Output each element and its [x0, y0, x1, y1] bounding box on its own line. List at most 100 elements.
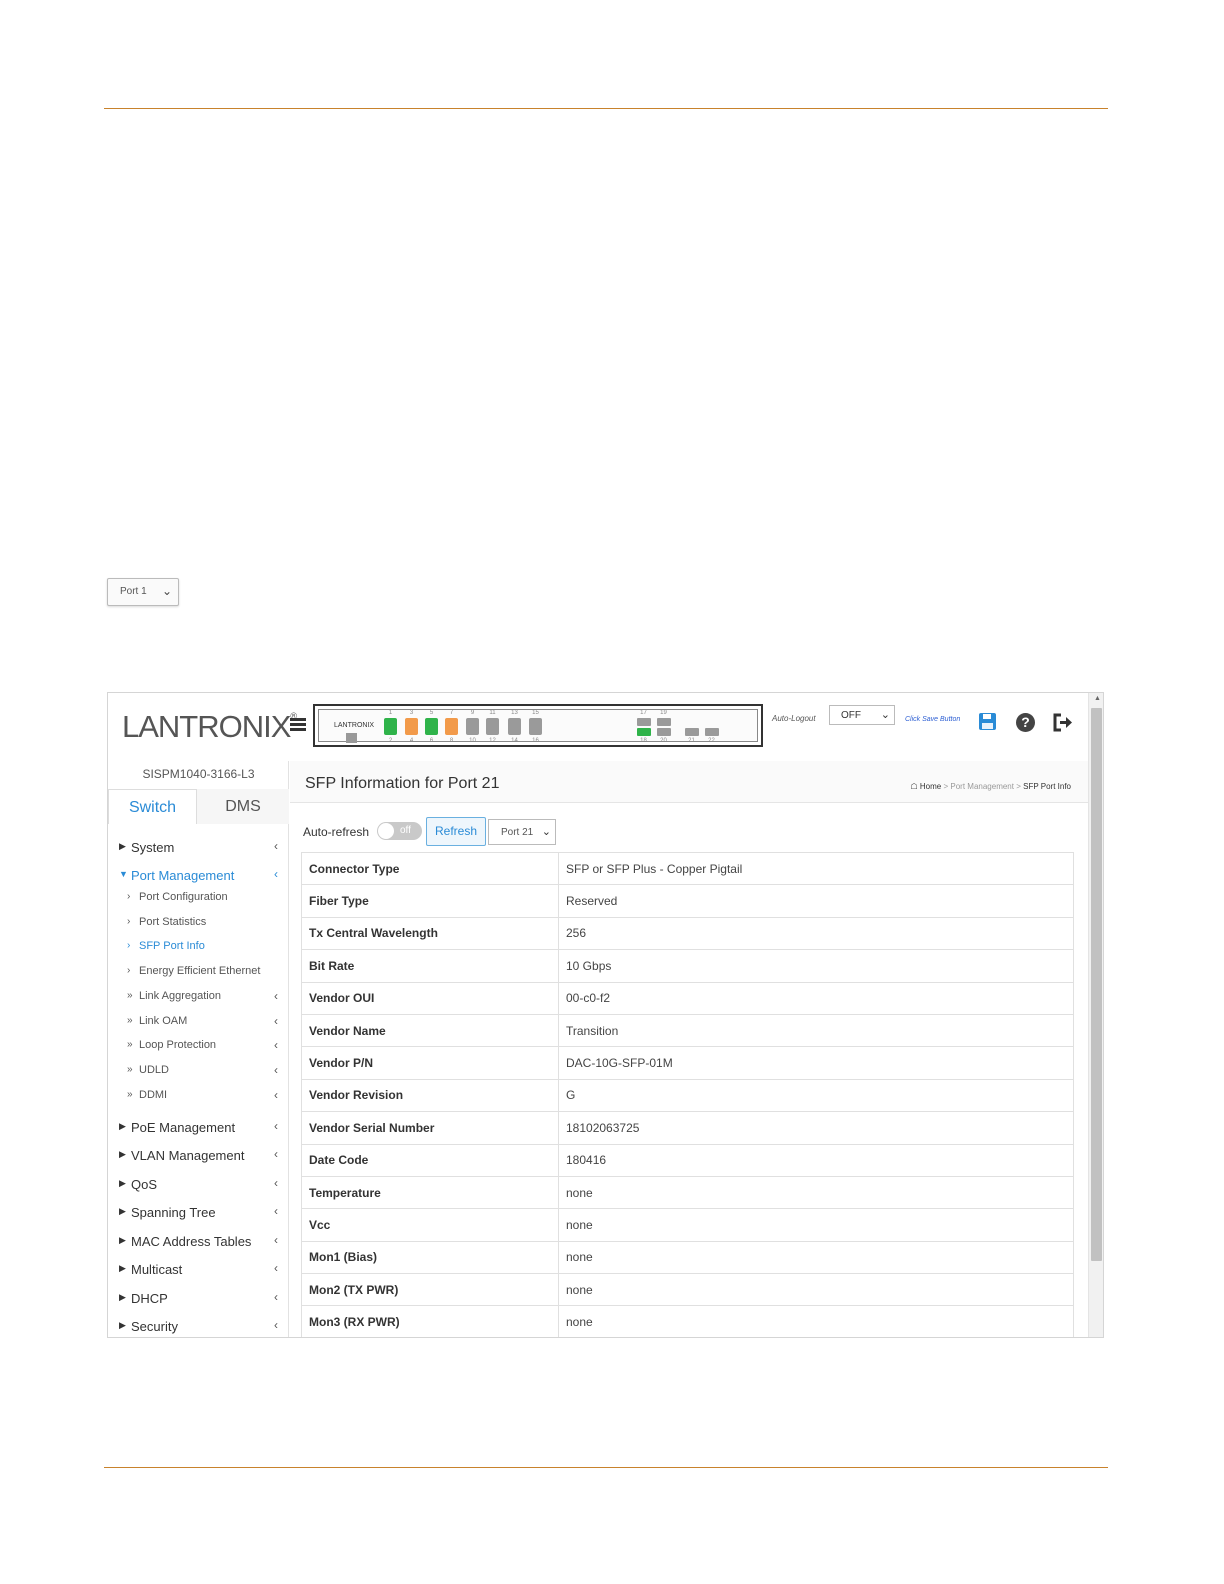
- double-chevron-right-icon: »: [127, 1015, 133, 1026]
- table-row: Tx Central Wavelength 256: [301, 916, 1074, 951]
- page-top-rule: [104, 108, 1108, 109]
- vertical-scrollbar[interactable]: ▲: [1088, 693, 1103, 1337]
- sidebar-item-label: QoS: [131, 1177, 158, 1192]
- row-key: Bit Rate: [301, 949, 559, 983]
- app-screenshot: LANTRONIX® LANTRONIX 1 2 3 4 5 6 7 8 9 10 11 12 13 14…: [107, 692, 1104, 1338]
- port-number-bottom: 8: [449, 738, 454, 744]
- sidebar-item-port-management[interactable]: ▼ Port Management ‹: [108, 865, 289, 887]
- ethernet-port: [466, 718, 479, 735]
- breadcrumb: ☖ Home > Port Management > SFP Port Info: [911, 782, 1072, 791]
- sidebar-item-spanning-tree[interactable]: ▶ Spanning Tree ‹: [108, 1202, 289, 1224]
- sidebar-subitem-link-oam[interactable]: » Link OAM ‹: [108, 1012, 289, 1032]
- caret-down-icon: ▼: [119, 869, 128, 879]
- port-number-bottom: 12: [489, 738, 496, 744]
- double-chevron-right-icon: »: [127, 1089, 133, 1100]
- sidebar-item-security[interactable]: ▶ Security ‹: [108, 1316, 289, 1337]
- sidebar-subitem-port-configuration[interactable]: › Port Configuration: [108, 888, 289, 908]
- chevron-left-icon: ‹: [274, 1204, 278, 1218]
- table-row: Mon3 (RX PWR) none: [301, 1305, 1074, 1337]
- sidebar-subitem-link-aggregation[interactable]: » Link Aggregation ‹: [108, 987, 289, 1007]
- chevron-left-icon: ‹: [274, 1261, 278, 1275]
- sidebar-subitem-udld[interactable]: » UDLD ‹: [108, 1061, 289, 1081]
- row-value: Reserved: [558, 884, 1074, 918]
- sfp-number-top: 19: [660, 710, 667, 716]
- sidebar-item-label: Port Management: [131, 868, 235, 883]
- sidebar-item-multicast[interactable]: ▶ Multicast ‹: [108, 1259, 289, 1281]
- table-row: Vendor P/N DAC-10G-SFP-01M: [301, 1046, 1074, 1080]
- row-value: 180416: [558, 1143, 1074, 1177]
- breadcrumb-section[interactable]: Port Management: [950, 782, 1014, 791]
- row-key: Temperature: [301, 1175, 559, 1210]
- row-value: SFP or SFP Plus - Copper Pigtail: [558, 851, 1074, 886]
- help-icon[interactable]: ?: [1016, 713, 1035, 732]
- tab-switch[interactable]: Switch: [108, 789, 197, 824]
- chevron-left-icon: ‹: [274, 1290, 278, 1304]
- row-key: Vendor Revision: [301, 1078, 559, 1113]
- row-key: Vendor OUI: [301, 981, 559, 1015]
- caret-right-icon: ▶: [119, 1121, 126, 1131]
- sidebar-item-qos[interactable]: ▶ QoS ‹: [108, 1174, 289, 1196]
- table-row: Bit Rate 10 Gbps: [301, 949, 1074, 983]
- sidebar-item-poe-management[interactable]: ▶ PoE Management ‹: [108, 1117, 289, 1139]
- row-value: 18102063725: [558, 1111, 1074, 1145]
- port-number-top: 3: [409, 710, 414, 716]
- row-key: Mon3 (RX PWR): [301, 1305, 559, 1337]
- sidebar-subitem-port-statistics[interactable]: › Port Statistics: [108, 913, 289, 933]
- ethernet-port: [445, 718, 458, 735]
- chevron-down-icon: ⌄: [541, 826, 551, 838]
- save-icon[interactable]: [979, 713, 996, 730]
- port-number-bottom: 6: [429, 738, 434, 744]
- double-chevron-right-icon: »: [127, 1039, 133, 1050]
- sidebar-item-mac-address-tables[interactable]: ▶ MAC Address Tables ‹: [108, 1231, 289, 1253]
- chevron-left-icon: ‹: [274, 1088, 278, 1102]
- sidebar-subitem-ddmi[interactable]: » DDMI ‹: [108, 1086, 289, 1106]
- scroll-up-icon[interactable]: ▲: [1094, 695, 1101, 702]
- chevron-right-icon: ›: [127, 965, 131, 976]
- breadcrumb-separator: >: [1016, 782, 1021, 791]
- port-number-top: 11: [489, 710, 496, 716]
- logout-icon[interactable]: [1052, 713, 1074, 732]
- sidebar-subitem-loop-protection[interactable]: » Loop Protection ‹: [108, 1036, 289, 1056]
- ethernet-port: [425, 718, 438, 735]
- panel-brand: LANTRONIX: [334, 722, 375, 729]
- front-panel-body: LANTRONIX 1 2 3 4 5 6 7 8 9 10 11 12 13 14 15 16 17 19 18 2…: [318, 709, 758, 744]
- row-key: Mon1 (Bias): [301, 1240, 559, 1275]
- port-number-bottom: 16: [532, 738, 539, 744]
- sidebar-item-label: PoE Management: [131, 1120, 236, 1135]
- console-port: [346, 733, 357, 743]
- row-key: Connector Type: [301, 851, 559, 886]
- sidebar-subitem-sfp-port-info[interactable]: › SFP Port Info: [108, 937, 289, 957]
- auto-logout-select[interactable]: OFF ⌄: [829, 705, 895, 725]
- sfp-port: [637, 718, 651, 726]
- scrollbar-thumb[interactable]: [1091, 708, 1102, 1261]
- menu-toggle-icon[interactable]: [290, 718, 306, 732]
- row-value: none: [558, 1240, 1074, 1275]
- port-select-value: Port 21: [501, 827, 534, 838]
- row-key: Date Code: [301, 1143, 559, 1177]
- port-number-top: 5: [429, 710, 434, 716]
- port-select[interactable]: Port 21 ⌄: [488, 819, 556, 845]
- breadcrumb-separator: >: [943, 782, 949, 791]
- row-value: G: [558, 1078, 1074, 1113]
- sidebar-item-label: Spanning Tree: [131, 1205, 216, 1220]
- sfp-info-table-body: Connector Type SFP or SFP Plus - Copper P…: [301, 851, 1074, 1337]
- breadcrumb-home[interactable]: Home: [920, 782, 941, 791]
- caret-right-icon: ▶: [119, 1149, 126, 1159]
- page-bottom-rule: [104, 1467, 1108, 1468]
- sidebar-subitem-label: Loop Protection: [139, 1039, 217, 1051]
- tab-dms[interactable]: DMS: [197, 789, 289, 824]
- refresh-button[interactable]: Refresh: [426, 817, 486, 846]
- sidebar-item-dhcp[interactable]: ▶ DHCP ‹: [108, 1288, 289, 1310]
- chevron-right-icon: ›: [127, 916, 131, 927]
- row-value: 00-c0-f2: [558, 981, 1074, 1015]
- sidebar-subitem-energy-efficient-ethernet[interactable]: › Energy Efficient Ethernet: [108, 962, 289, 982]
- row-value: none: [558, 1208, 1074, 1242]
- sidebar-item-vlan-management[interactable]: ▶ VLAN Management ‹: [108, 1145, 289, 1167]
- auto-refresh-toggle[interactable]: off: [377, 822, 422, 840]
- table-row: Vendor Serial Number 18102063725: [301, 1111, 1074, 1145]
- chevron-left-icon: ‹: [274, 1147, 278, 1161]
- save-hint: Click Save Button: [905, 716, 961, 723]
- port-dropdown-example[interactable]: Port 1 ⌄: [107, 578, 179, 606]
- row-value: 10 Gbps: [558, 949, 1074, 983]
- sidebar-item-system[interactable]: ▶ System ‹: [108, 837, 289, 859]
